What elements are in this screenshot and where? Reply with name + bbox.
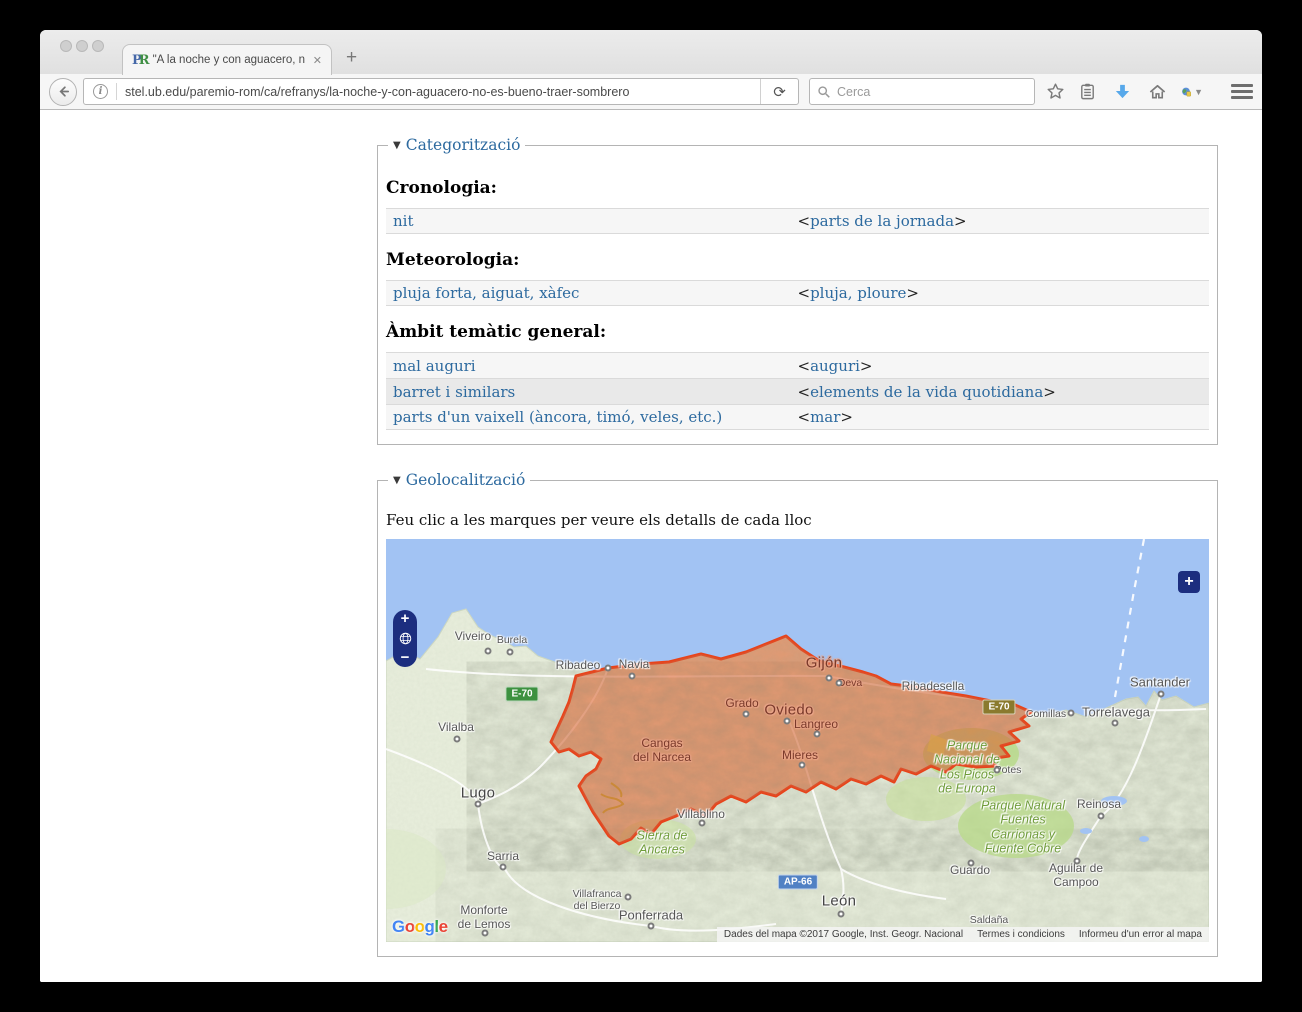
site-info-icon[interactable]: i [93,84,108,99]
group-heading-ambit: Àmbit temàtic general: [386,322,1209,342]
url-separator [116,83,117,100]
bracket: < [798,383,811,401]
collapse-arrow-icon: ▼ [393,140,401,151]
categoritzacio-legend[interactable]: ▼ Categorització [388,136,525,154]
url-text[interactable]: stel.ub.edu/paremio-rom/ca/refranys/la-n… [125,85,760,99]
google-logo-letter: G [392,917,405,936]
term-link[interactable]: pluja forta, aiguat, xàfec [393,284,579,302]
window-zoom-button[interactable] [92,40,104,52]
google-logo-letter: e [439,917,448,936]
bracket: > [1043,383,1056,401]
download-arrow-icon [1113,82,1132,101]
geolocalitzacio-legend[interactable]: ▼ Geolocalització [388,471,530,489]
concept-link[interactable]: auguri [810,357,860,375]
bracket: < [798,357,811,375]
zoom-out-button[interactable]: − [401,652,410,664]
new-tab-button[interactable]: + [346,48,357,67]
home-button[interactable] [1146,81,1168,103]
concept-link[interactable]: elements de la vida quotidiana [810,383,1043,401]
map-canvas [386,539,1209,942]
map-expand-button[interactable]: + [1178,571,1200,593]
google-logo-letter: g [425,917,435,936]
category-row: pluja forta, aiguat, xàfec <pluja, plour… [386,280,1209,306]
bracket: < [798,284,811,302]
geolocalitzacio-fieldset: ▼ Geolocalització Feu clic a les marques… [377,471,1218,957]
bracket: < [798,212,811,230]
category-row: mal auguri <auguri> [386,352,1209,378]
window-close-button[interactable] [60,40,72,52]
map-zoom-control[interactable]: + − [393,610,417,667]
group-heading-meteorologia: Meteorologia: [386,250,1209,270]
search-icon [817,85,831,99]
browser-tab[interactable]: PR "A la noche y con aguacero, no ✕ [122,44,332,75]
clipboard-icon [1078,82,1097,101]
bookmarks-menu-button[interactable] [1076,81,1098,103]
navigation-toolbar: i stel.ub.edu/paremio-rom/ca/refranys/la… [40,74,1262,110]
categoritzacio-legend-link[interactable]: Categorització [406,136,521,154]
map-attribution: Dades del mapa ©2017 Google, Inst. Geogr… [717,927,1209,942]
bracket: > [860,357,873,375]
concept-link[interactable]: mar [810,408,840,426]
downloads-button[interactable] [1111,81,1133,103]
google-map[interactable]: ViveiroBurelaRibadeoNaviaGijónDevaRibade… [386,539,1209,942]
window-minimize-button[interactable] [76,40,88,52]
category-row: nit <parts de la jornada> [386,208,1209,234]
google-logo-letter: o [405,917,415,936]
page-content: ▼ Categorització Cronologia: nit <parts … [40,110,1262,982]
categoritzacio-fieldset: ▼ Categorització Cronologia: nit <parts … [377,136,1218,445]
globe-icon [1181,82,1192,102]
bracket: > [906,284,919,302]
site-favicon: PR [132,53,147,68]
tab-close-icon[interactable]: ✕ [313,54,322,67]
url-bar[interactable]: i stel.ub.edu/paremio-rom/ca/refranys/la… [83,78,799,105]
bookmark-star-button[interactable] [1044,81,1066,103]
back-button[interactable] [49,78,77,106]
terms-link[interactable]: Termes i condicions [977,929,1065,940]
chevron-down-icon: ▼ [1194,87,1203,97]
map-data-credit: Dades del mapa ©2017 Google, Inst. Geogr… [724,929,963,940]
geolocalitzacio-legend-link[interactable]: Geolocalització [406,471,526,489]
group-heading-cronologia: Cronologia: [386,178,1209,198]
bracket: > [954,212,967,230]
category-row: parts d'un vaixell (àncora, timó, veles,… [386,404,1209,430]
menu-button[interactable] [1231,84,1253,100]
bracket: < [798,408,811,426]
search-placeholder: Cerca [837,85,870,99]
concept-link[interactable]: parts de la jornada [810,212,954,230]
star-icon [1046,82,1065,101]
term-link[interactable]: mal auguri [393,357,476,375]
category-row: barret i similars <elements de la vida q… [386,378,1209,404]
reload-button[interactable]: ⟳ [760,79,798,104]
browser-window: PR "A la noche y con aguacero, no ✕ + i … [40,30,1262,982]
term-link[interactable]: nit [393,212,414,230]
back-arrow-icon [56,84,71,99]
google-logo-letter: o [415,917,425,936]
addon-globe-button[interactable]: ▼ [1181,81,1203,103]
globe-zoom-icon[interactable] [398,631,413,646]
bracket: > [840,408,853,426]
term-link[interactable]: parts d'un vaixell (àncora, timó, veles,… [393,408,722,426]
tab-bar: PR "A la noche y con aguacero, no ✕ + [40,30,1262,74]
concept-link[interactable]: pluja, ploure [810,284,906,302]
term-link[interactable]: barret i similars [393,383,515,401]
collapse-arrow-icon: ▼ [393,475,401,486]
search-box[interactable]: Cerca [809,78,1035,105]
map-instruction-text: Feu clic a les marques per veure els det… [386,511,1209,529]
google-logo[interactable]: Google [392,917,448,937]
zoom-in-button[interactable]: + [401,613,410,625]
report-error-link[interactable]: Informeu d'un error al mapa [1079,929,1202,940]
tab-title: "A la noche y con aguacero, no [153,54,305,66]
home-icon [1148,82,1167,101]
